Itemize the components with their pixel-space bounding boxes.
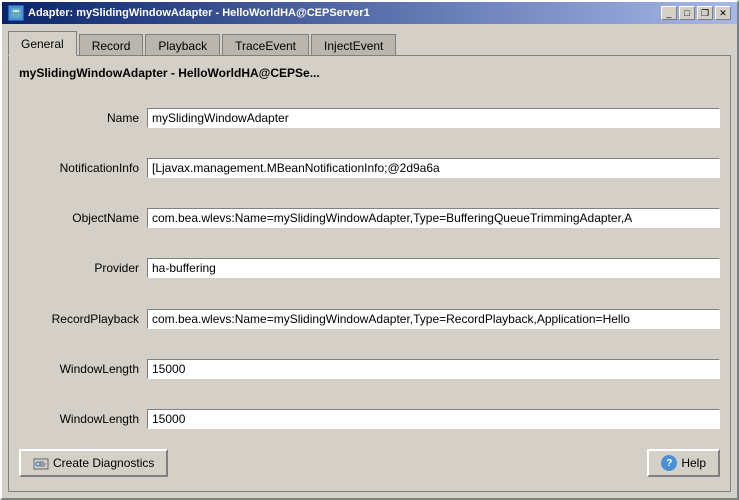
main-window: Adapter: mySlidingWindowAdapter - HelloW… bbox=[0, 0, 739, 500]
label-windowlength-1: WindowLength bbox=[19, 362, 139, 376]
label-recordplayback: RecordPlayback bbox=[19, 312, 139, 326]
main-panel: mySlidingWindowAdapter - HelloWorldHA@CE… bbox=[8, 55, 731, 492]
tab-general[interactable]: General bbox=[8, 31, 77, 56]
help-icon: ? bbox=[661, 455, 677, 471]
fields-grid: Name mySlidingWindowAdapter Notification… bbox=[19, 96, 720, 441]
tab-injectevent[interactable]: InjectEvent bbox=[311, 34, 396, 57]
value-recordplayback[interactable]: com.bea.wlevs:Name=mySlidingWindowAdapte… bbox=[147, 309, 720, 329]
title-bar: Adapter: mySlidingWindowAdapter - HelloW… bbox=[2, 2, 737, 24]
help-button[interactable]: ? Help bbox=[647, 449, 720, 477]
value-notificationinfo[interactable]: [Ljavax.management.MBeanNotificationInfo… bbox=[147, 158, 720, 178]
tab-record[interactable]: Record bbox=[79, 34, 144, 57]
label-notificationinfo: NotificationInfo bbox=[19, 161, 139, 175]
tab-traceevent[interactable]: TraceEvent bbox=[222, 34, 309, 57]
label-name: Name bbox=[19, 111, 139, 125]
diagnostics-icon bbox=[33, 455, 49, 471]
create-diagnostics-button[interactable]: Create Diagnostics bbox=[19, 449, 168, 477]
restore-button[interactable]: ❐ bbox=[697, 6, 713, 20]
label-windowlength-2: WindowLength bbox=[19, 412, 139, 426]
label-objectname: ObjectName bbox=[19, 211, 139, 225]
value-windowlength-2[interactable]: 15000 bbox=[147, 409, 720, 429]
window-icon bbox=[8, 5, 24, 21]
value-windowlength-1[interactable]: 15000 bbox=[147, 359, 720, 379]
value-name[interactable]: mySlidingWindowAdapter bbox=[147, 108, 720, 128]
panel-title: mySlidingWindowAdapter - HelloWorldHA@CE… bbox=[19, 66, 720, 80]
title-bar-left: Adapter: mySlidingWindowAdapter - HelloW… bbox=[8, 5, 370, 21]
title-buttons: _ □ ❐ ✕ bbox=[661, 6, 731, 20]
window-content: General Record Playback TraceEvent Injec… bbox=[2, 24, 737, 498]
tab-bar: General Record Playback TraceEvent Injec… bbox=[8, 30, 731, 55]
label-provider: Provider bbox=[19, 261, 139, 275]
bottom-bar: Create Diagnostics ? Help bbox=[19, 441, 720, 481]
tab-playback[interactable]: Playback bbox=[145, 34, 220, 57]
maximize-button[interactable]: □ bbox=[679, 6, 695, 20]
minimize-button[interactable]: _ bbox=[661, 6, 677, 20]
window-title: Adapter: mySlidingWindowAdapter - HelloW… bbox=[28, 7, 370, 19]
create-diagnostics-label: Create Diagnostics bbox=[53, 456, 154, 470]
close-button[interactable]: ✕ bbox=[715, 6, 731, 20]
value-objectname[interactable]: com.bea.wlevs:Name=mySlidingWindowAdapte… bbox=[147, 208, 720, 228]
value-provider[interactable]: ha-buffering bbox=[147, 258, 720, 278]
help-label: Help bbox=[681, 456, 706, 470]
